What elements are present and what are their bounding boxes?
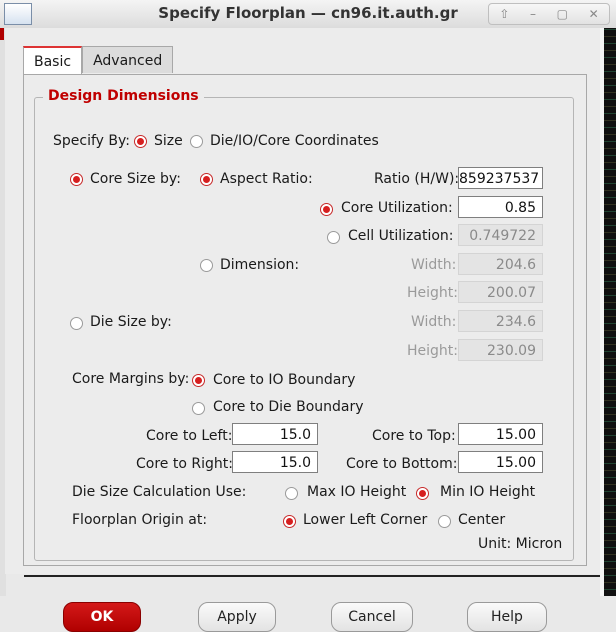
cancel-button[interactable]: Cancel [331,602,413,632]
specify-by-size-label: Size [154,133,183,149]
specify-by-coords-label: Die/IO/Core Coordinates [210,133,379,149]
ratio-hw-field[interactable]: 859237537 [458,167,543,189]
core-to-right-field[interactable]: 15.0 [232,451,318,473]
die-width-label: Width: [411,314,457,330]
specify-by-size-radio[interactable] [134,135,147,148]
dimension-width-field: 204.6 [458,253,543,275]
core-to-bottom-label: Core to Bottom: [346,456,458,472]
core-to-die-label: Core to Die Boundary [213,399,364,415]
close-icon[interactable]: ✕ [589,7,599,21]
core-to-io-label: Core to IO Boundary [213,372,356,388]
core-utilization-radio[interactable] [320,203,333,216]
lower-left-corner-radio[interactable] [283,515,296,528]
ok-button[interactable]: OK [63,602,141,632]
core-to-top-field[interactable]: 15.00 [458,423,543,445]
core-to-left-label: Core to Left: [146,428,233,444]
dimension-height-field: 200.07 [458,281,543,303]
min-io-height-label: Min IO Height [440,484,536,500]
apply-button[interactable]: Apply [198,602,276,632]
core-to-top-label: Core to Top: [372,428,456,444]
die-calc-label: Die Size Calculation Use: [72,484,247,500]
core-to-bottom-field[interactable]: 15.00 [458,451,543,473]
origin-label: Floorplan Origin at: [72,512,208,528]
aspect-ratio-label: Aspect Ratio: [220,171,313,187]
core-utilization-label: Core Utilization: [341,200,453,216]
core-to-io-radio[interactable] [192,374,205,387]
tab-bar: Basic Advanced [23,46,174,74]
background-window-strip [604,28,616,596]
die-width-field: 234.6 [458,310,543,332]
title-bar: Specify Floorplan — cn96.it.auth.gr ⇧ – … [0,0,616,29]
dimension-label: Dimension: [220,257,300,273]
core-to-die-radio[interactable] [192,402,205,415]
core-utilization-field[interactable]: 0.85 [458,196,543,218]
ratio-hw-label: Ratio (H/W): [374,171,460,187]
left-edge-mark [0,28,4,40]
die-height-field: 230.09 [458,339,543,361]
core-to-right-label: Core to Right: [136,456,233,472]
tab-advanced[interactable]: Advanced [82,46,174,73]
max-io-height-radio[interactable] [285,487,298,500]
die-height-label: Height: [407,343,458,359]
cell-utilization-label: Cell Utilization: [348,228,454,244]
min-io-height-radio[interactable] [416,487,429,500]
dimension-height-label: Height: [407,285,458,301]
core-to-left-field[interactable]: 15.0 [232,423,318,445]
max-io-height-label: Max IO Height [307,484,407,500]
dimension-width-label: Width: [411,257,457,273]
unit-label: Unit: Micron [478,536,563,552]
lower-left-corner-label: Lower Left Corner [303,512,428,528]
cell-utilization-radio[interactable] [327,231,340,244]
minimize-icon[interactable]: – [530,7,536,21]
panel-bottom-divider [24,575,600,577]
maximize-icon[interactable]: ▢ [557,7,568,21]
specify-by-coords-radio[interactable] [190,135,203,148]
group-title: Design Dimensions [43,88,204,104]
tab-basic[interactable]: Basic [23,46,83,74]
die-size-by-radio[interactable] [70,317,83,330]
dimension-radio[interactable] [200,259,213,272]
help-button[interactable]: Help [467,602,547,632]
cell-utilization-field: 0.749722 [458,224,543,246]
center-label: Center [458,512,506,528]
shade-icon[interactable]: ⇧ [499,7,509,21]
die-size-by-label: Die Size by: [90,314,172,330]
core-size-by-label: Core Size by: [90,171,181,187]
window-controls: ⇧ – ▢ ✕ [488,3,610,25]
specify-by-label: Specify By: [53,133,130,149]
core-margins-label: Core Margins by: [72,371,190,387]
aspect-ratio-radio[interactable] [200,173,213,186]
core-size-by-radio[interactable] [70,173,83,186]
center-radio[interactable] [438,515,451,528]
